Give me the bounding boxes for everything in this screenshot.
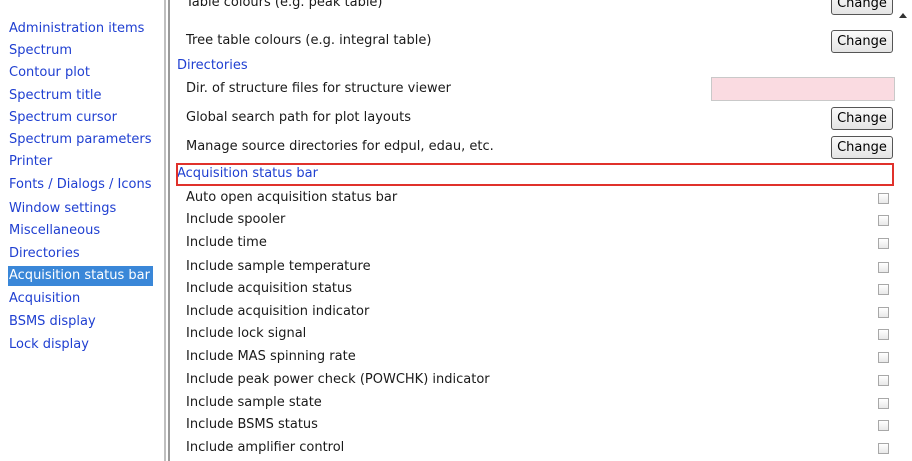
setting-label: Include peak power check (POWCHK) indica… — [186, 372, 490, 387]
sidebar-item-printer[interactable]: Printer — [8, 152, 55, 172]
section-highlight-box — [176, 163, 894, 186]
sidebar-item-administration-items[interactable]: Administration items — [8, 19, 147, 39]
include-sample-state-checkbox[interactable] — [878, 398, 889, 409]
sidebar-item-contour-plot[interactable]: Contour plot — [8, 63, 93, 83]
setting-row-include-mas-spinning-rate: Include MAS spinning rate — [174, 346, 897, 368]
include-acquisition-indicator-checkbox[interactable] — [878, 307, 889, 318]
auto-open-checkbox[interactable] — [878, 193, 889, 204]
setting-label: Auto open acquisition status bar — [186, 190, 398, 205]
include-amplifier-control-checkbox[interactable] — [878, 443, 889, 454]
setting-label: Manage source directories for edpul, eda… — [186, 139, 494, 154]
setting-label: Table colours (e.g. peak table) — [186, 0, 383, 10]
setting-label: Include BSMS status — [186, 417, 318, 432]
setting-row-source-dirs: Manage source directories for edpul, eda… — [174, 136, 897, 159]
sidebar-item-spectrum-title[interactable]: Spectrum title — [8, 86, 105, 106]
sidebar-item-spectrum-cursor[interactable]: Spectrum cursor — [8, 108, 120, 128]
setting-label: Include amplifier control — [186, 440, 345, 455]
sidebar-item-spectrum[interactable]: Spectrum — [8, 41, 75, 61]
sidebar-item-miscellaneous[interactable]: Miscellaneous — [8, 221, 103, 241]
setting-label: Include time — [186, 235, 267, 250]
change-button[interactable]: Change — [831, 107, 893, 130]
setting-row-include-bsms-status: Include BSMS status — [174, 414, 897, 436]
include-bsms-status-checkbox[interactable] — [878, 420, 889, 431]
setting-row-include-sample-state: Include sample state — [174, 392, 897, 414]
setting-label: Include spooler — [186, 212, 286, 227]
include-acquisition-status-checkbox[interactable] — [878, 284, 889, 295]
divider-line — [164, 0, 166, 461]
setting-row-plot-layouts-path: Global search path for plot layouts Chan… — [174, 107, 897, 130]
setting-label: Include MAS spinning rate — [186, 349, 356, 364]
include-powchk-checkbox[interactable] — [878, 375, 889, 386]
include-lock-signal-checkbox[interactable] — [878, 329, 889, 340]
sidebar-item-acquisition-status-bar[interactable]: Acquisition status bar — [8, 266, 153, 286]
setting-row-include-time: Include time — [174, 232, 897, 254]
setting-label: Include sample temperature — [186, 259, 371, 274]
setting-label: Include acquisition status — [186, 281, 353, 296]
include-mas-spinning-rate-checkbox[interactable] — [878, 352, 889, 363]
sidebar-item-fonts-dialogs-icons[interactable]: Fonts / Dialogs / Icons — [8, 175, 155, 195]
setting-label: Dir. of structure files for structure vi… — [186, 81, 451, 96]
setting-row-include-acquisition-indicator: Include acquisition indicator — [174, 301, 897, 323]
setting-row-include-lock-signal: Include lock signal — [174, 323, 897, 345]
setting-row-structure-dir: Dir. of structure files for structure vi… — [174, 77, 897, 101]
sidebar-item-lock-display[interactable]: Lock display — [8, 335, 92, 355]
divider-line — [168, 0, 170, 461]
sidebar-item-acquisition[interactable]: Acquisition — [8, 289, 83, 309]
settings-panel: Table colours (e.g. peak table) Change T… — [174, 0, 897, 461]
setting-label: Tree table colours (e.g. integral table) — [186, 33, 432, 48]
setting-label: Include sample state — [186, 395, 322, 410]
include-time-checkbox[interactable] — [878, 238, 889, 249]
sidebar-item-directories[interactable]: Directories — [8, 244, 83, 264]
sidebar-item-bsms-display[interactable]: BSMS display — [8, 312, 99, 332]
split-pane-divider[interactable] — [162, 0, 174, 461]
setting-row-include-spooler: Include spooler — [174, 209, 897, 231]
sidebar-nav: Administration items Spectrum Contour pl… — [0, 0, 162, 461]
change-button[interactable]: Change — [831, 0, 893, 15]
setting-row-include-sample-temperature: Include sample temperature — [174, 256, 897, 278]
change-button[interactable]: Change — [831, 136, 893, 159]
setting-row-include-powchk: Include peak power check (POWCHK) indica… — [174, 369, 897, 391]
setting-row-include-acquisition-status: Include acquisition status — [174, 278, 897, 300]
setting-row-table-colours: Table colours (e.g. peak table) Change — [174, 0, 897, 23]
include-sample-temperature-checkbox[interactable] — [878, 262, 889, 273]
include-spooler-checkbox[interactable] — [878, 215, 889, 226]
scroll-up-arrow-icon[interactable] — [899, 13, 907, 18]
setting-label: Global search path for plot layouts — [186, 110, 411, 125]
setting-row-auto-open: Auto open acquisition status bar — [174, 187, 897, 209]
setting-label: Include lock signal — [186, 326, 307, 341]
change-button[interactable]: Change — [831, 30, 893, 53]
setting-row-tree-table-colours: Tree table colours (e.g. integral table)… — [174, 30, 897, 53]
section-header-directories: Directories — [177, 58, 248, 73]
setting-label: Include acquisition indicator — [186, 304, 370, 319]
setting-row-include-amplifier-control: Include amplifier control — [174, 437, 897, 459]
structure-dir-input[interactable] — [711, 77, 895, 101]
sidebar-item-spectrum-parameters[interactable]: Spectrum parameters — [8, 130, 155, 150]
sidebar-item-window-settings[interactable]: Window settings — [8, 199, 119, 219]
vertical-scrollbar[interactable] — [897, 0, 912, 461]
